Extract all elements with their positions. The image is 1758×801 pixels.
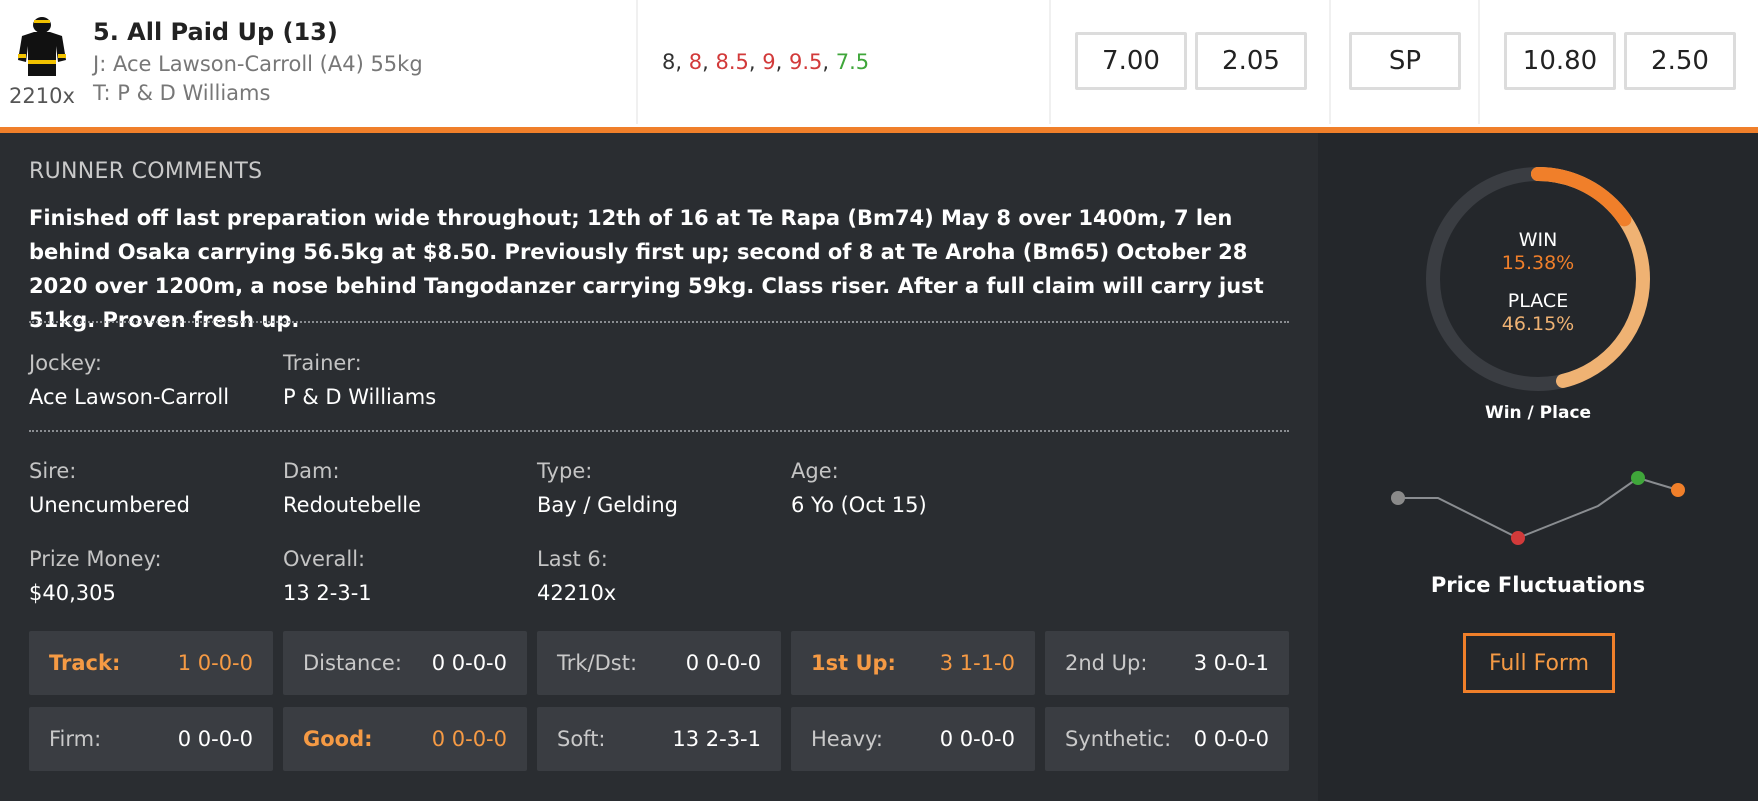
fluc-line <box>1398 476 1679 540</box>
fluc-value: 9.5 <box>788 50 823 74</box>
stat-value: 3 0-0-1 <box>1193 651 1269 675</box>
place-label: PLACE <box>1507 290 1569 312</box>
tote-win-button[interactable]: 10.80 <box>1504 32 1616 90</box>
stat-label: Firm: <box>49 727 102 751</box>
jockey-label: Jockey: <box>29 351 102 375</box>
fluc-value: 7.5 <box>835 50 870 74</box>
runner-trainer: T: P & D Williams <box>93 81 271 105</box>
stat-box: 2nd Up: 3 0-0-1 <box>1045 631 1289 695</box>
stat-box: Soft: 13 2-3-1 <box>537 707 781 771</box>
runner-row[interactable]: 2210x 5. All Paid Up (13) J: Ace Lawson-… <box>0 0 1758 127</box>
price-fluctuations-chart <box>1391 471 1685 545</box>
dam-label: Dam: <box>283 459 340 483</box>
type-label: Type: <box>537 459 593 483</box>
full-form-button[interactable]: Full Form <box>1463 633 1615 693</box>
last-six-value: 42210x <box>537 581 617 605</box>
tote-odds-cell: 10.80 2.50 <box>1478 0 1758 124</box>
stat-value: 0 0-0-0 <box>431 651 507 675</box>
stat-box: Good: 0 0-0-0 <box>283 707 527 771</box>
fluc-value: 8 <box>662 50 676 74</box>
stat-box: Trk/Dst: 0 0-0-0 <box>537 631 781 695</box>
stat-value: 0 0-0-0 <box>177 727 253 751</box>
stat-label: 1st Up: <box>811 651 896 675</box>
fluc-value: 8.5 <box>715 50 749 74</box>
place-percentage: 46.15% <box>1501 313 1575 335</box>
stat-label: Soft: <box>557 727 606 751</box>
sp-button[interactable]: SP <box>1349 32 1461 90</box>
price-flucs-cell: 8, 8, 8.5, 9, 9.5, 7.5 <box>636 0 1049 124</box>
runner-sidebar: WIN 15.38% PLACE 46.15% Win / Place Pric… <box>1318 133 1758 801</box>
stat-label: Distance: <box>303 651 402 675</box>
fixed-win-button[interactable]: 7.00 <box>1075 32 1187 90</box>
tote-place-button[interactable]: 2.50 <box>1624 32 1736 90</box>
stat-box: Synthetic: 0 0-0-0 <box>1045 707 1289 771</box>
prize-money-value: $40,305 <box>29 581 116 605</box>
stat-box: Track: 1 0-0-0 <box>29 631 273 695</box>
fluc-end-point <box>1671 483 1685 497</box>
stat-label: Trk/Dst: <box>557 651 638 675</box>
price-fluctuations-caption: Price Fluctuations <box>1430 573 1646 597</box>
fixed-odds-cell: 7.00 2.05 <box>1049 0 1329 124</box>
runner-comments-title: RUNNER COMMENTS <box>29 159 263 184</box>
stat-label: 2nd Up: <box>1065 651 1148 675</box>
fixed-place-button[interactable]: 2.05 <box>1195 32 1307 90</box>
fluc-low-point <box>1631 471 1645 485</box>
fluc-start-point <box>1391 491 1405 505</box>
runner-info: 2210x 5. All Paid Up (13) J: Ace Lawson-… <box>0 0 636 124</box>
stat-label: Heavy: <box>811 727 883 751</box>
fluc-separator: , <box>675 50 689 74</box>
stat-box: Firm: 0 0-0-0 <box>29 707 273 771</box>
win-place-ring <box>1426 167 1650 391</box>
jockey-value[interactable]: Ace Lawson-Carroll <box>29 385 229 409</box>
jockey-silks-icon <box>18 17 66 76</box>
runner-jockey: J: Ace Lawson-Carroll (A4) 55kg <box>93 52 423 76</box>
fluc-separator: , <box>775 50 789 74</box>
stat-value: 0 0-0-0 <box>431 727 507 751</box>
prize-money-label: Prize Money: <box>29 547 162 571</box>
win-label: WIN <box>1518 229 1558 251</box>
win-percentage: 15.38% <box>1501 252 1575 274</box>
overall-value: 13 2-3-1 <box>283 581 372 605</box>
dotted-divider <box>29 321 1289 323</box>
fluc-separator: , <box>748 50 763 74</box>
stat-value: 1 0-0-0 <box>177 651 253 675</box>
last-six-label: Last 6: <box>537 547 608 571</box>
win-place-caption: Win / Place <box>1484 403 1592 423</box>
stat-label: Synthetic: <box>1065 727 1172 751</box>
stat-value: 3 1-1-0 <box>939 651 1015 675</box>
sp-cell: SP <box>1329 0 1478 124</box>
trainer-label: Trainer: <box>283 351 362 375</box>
stat-label: Track: <box>49 651 121 675</box>
runner-details-panel: RUNNER COMMENTS Finished off last prepar… <box>0 133 1318 801</box>
overall-label: Overall: <box>283 547 366 571</box>
stat-value: 0 0-0-0 <box>685 651 761 675</box>
price-flucs-line: 8, 8, 8.5, 9, 9.5, 7.5 <box>662 50 869 74</box>
sire-value: Unencumbered <box>29 493 190 517</box>
trainer-value[interactable]: P & D Williams <box>283 385 436 409</box>
fluc-separator: , <box>822 50 836 74</box>
stat-box: 1st Up: 3 1-1-0 <box>791 631 1035 695</box>
type-value: Bay / Gelding <box>537 493 678 517</box>
stat-value: 0 0-0-0 <box>939 727 1015 751</box>
runner-name[interactable]: 5. All Paid Up (13) <box>93 18 338 46</box>
dam-value: Redoutebelle <box>283 493 422 517</box>
stat-box: Heavy: 0 0-0-0 <box>791 707 1035 771</box>
stat-value: 13 2-3-1 <box>672 727 761 751</box>
fluc-high-point <box>1511 531 1525 545</box>
stat-box: Distance: 0 0-0-0 <box>283 631 527 695</box>
fluc-separator: , <box>702 50 716 74</box>
silk-form: 2210x <box>9 84 75 108</box>
stat-value: 0 0-0-0 <box>1193 727 1269 751</box>
age-value: 6 Yo (Oct 15) <box>791 493 927 517</box>
fluc-value: 8 <box>688 50 703 74</box>
sire-label: Sire: <box>29 459 77 483</box>
stat-label: Good: <box>303 727 373 751</box>
fluc-value: 9 <box>762 50 776 74</box>
dotted-divider <box>29 430 1289 432</box>
runner-comments-text: Finished off last preparation wide throu… <box>29 206 1264 332</box>
age-label: Age: <box>791 459 839 483</box>
